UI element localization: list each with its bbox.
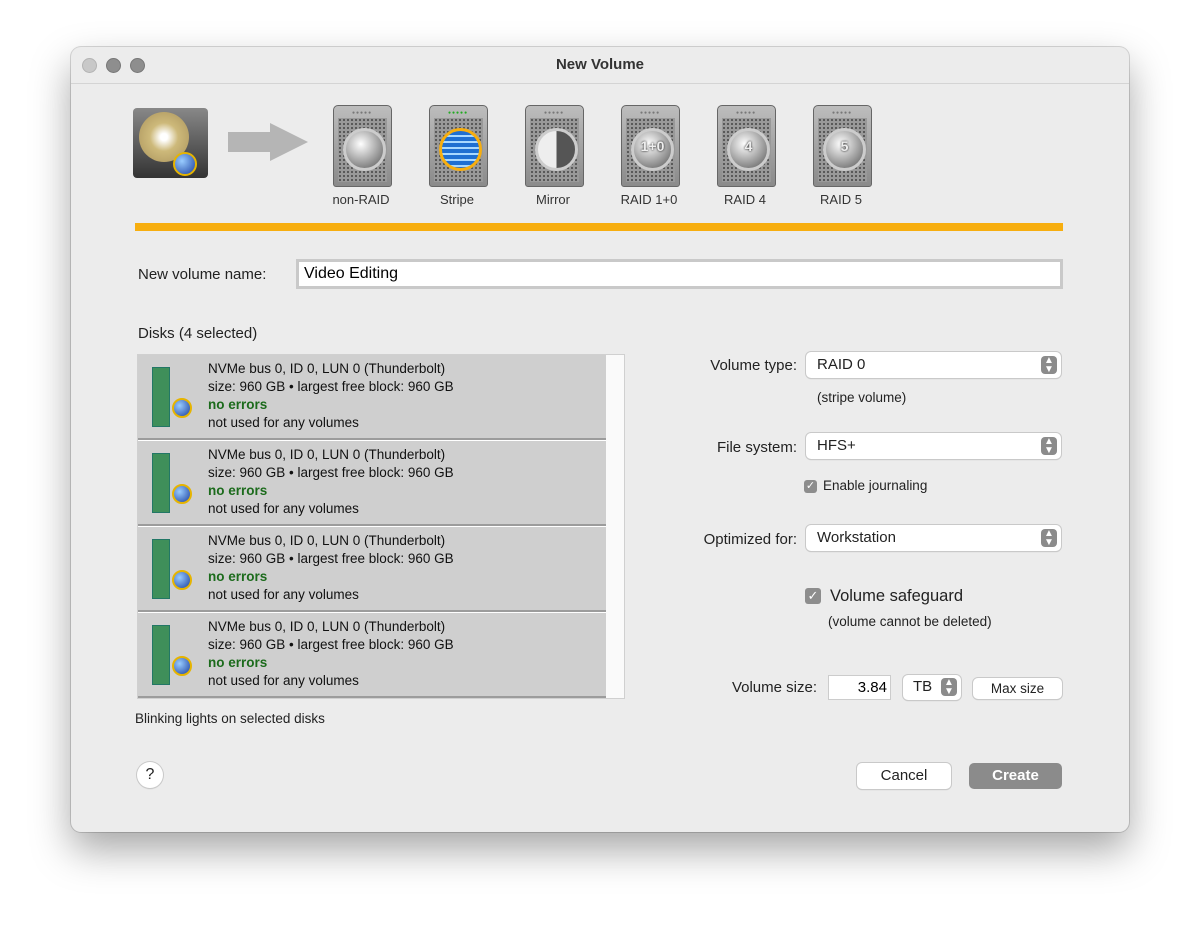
volume-name-label: New volume name: — [138, 266, 267, 283]
raid-type-label: RAID 5 — [820, 192, 862, 207]
cancel-button[interactable]: Cancel — [857, 763, 951, 789]
disk-usage: not used for any volumes — [208, 501, 359, 516]
arrow-head-icon — [270, 123, 308, 161]
scrollbar[interactable] — [606, 355, 624, 698]
raid-type-raid-4[interactable]: ●●●●● 4 — [717, 105, 776, 187]
disk-status: no errors — [208, 569, 268, 584]
disk-size: size: 960 GB • largest free block: 960 G… — [208, 551, 454, 566]
disk-list[interactable]: NVMe bus 0, ID 0, LUN 0 (Thunderbolt) siz… — [137, 354, 625, 699]
raid-type-label: Stripe — [440, 192, 474, 207]
arrow-icon — [228, 132, 270, 152]
max-size-button[interactable]: Max size — [973, 678, 1062, 699]
file-system-popup[interactable]: HFS+ ▲ ▼ — [806, 433, 1061, 459]
stepper-icon: ▲ ▼ — [1041, 437, 1057, 456]
volume-type-note: (stripe volume) — [817, 390, 907, 405]
disk-size: size: 960 GB • largest free block: 960 G… — [208, 379, 454, 394]
disk-usage: not used for any volumes — [208, 673, 359, 688]
raid-type-non-raid[interactable]: ●●●●● — [333, 105, 392, 187]
ssd-icon — [152, 453, 170, 513]
volume-size-input[interactable] — [828, 675, 891, 700]
help-button[interactable]: ? — [137, 762, 163, 788]
disk-usage: not used for any volumes — [208, 587, 359, 602]
size-unit-value: TB — [913, 678, 933, 695]
disk-name: NVMe bus 0, ID 0, LUN 0 (Thunderbolt) — [208, 361, 446, 376]
volume-safeguard-note: (volume cannot be deleted) — [828, 614, 992, 629]
hard-disk-icon — [133, 108, 208, 178]
raid-icon — [535, 128, 578, 171]
volume-type-label: Volume type: — [710, 357, 797, 374]
window-title: New Volume — [555, 56, 645, 73]
title-bar: New Volume — [71, 47, 1129, 83]
stepper-icon: ▲ ▼ — [1041, 529, 1057, 548]
enable-journaling-checkbox[interactable]: ✓ — [804, 480, 817, 493]
raid-type-label: RAID 4 — [724, 192, 766, 207]
disk-row[interactable]: NVMe bus 0, ID 0, LUN 0 (Thunderbolt) siz… — [138, 441, 607, 526]
raid-type-label: non-RAID — [332, 192, 390, 207]
size-unit-popup[interactable]: TB ▲ ▼ — [903, 675, 961, 700]
disks-label: Disks (4 selected) — [138, 325, 258, 342]
volume-safeguard-checkbox[interactable]: ✓ — [805, 588, 821, 604]
raid-type-mirror[interactable]: ●●●●● — [525, 105, 584, 187]
disk-name: NVMe bus 0, ID 0, LUN 0 (Thunderbolt) — [208, 619, 446, 634]
raid-icon — [343, 128, 386, 171]
raid-type-raid-1-0[interactable]: ●●●●● 1+0 — [621, 105, 680, 187]
volume-type-value: RAID 0 — [817, 356, 866, 373]
disk-row[interactable]: NVMe bus 0, ID 0, LUN 0 (Thunderbolt) siz… — [138, 355, 607, 440]
blink-note: Blinking lights on selected disks — [135, 711, 325, 726]
volume-safeguard-label: Volume safeguard — [830, 587, 964, 605]
stepper-icon: ▲ ▼ — [1041, 356, 1057, 375]
disk-size: size: 960 GB • largest free block: 960 G… — [208, 637, 454, 652]
volume-type-popup[interactable]: RAID 0 ▲ ▼ — [806, 352, 1061, 378]
optimized-for-value: Workstation — [817, 529, 896, 546]
stepper-icon: ▲ ▼ — [941, 678, 957, 697]
volume-name-input[interactable] — [296, 259, 1063, 289]
file-system-value: HFS+ — [817, 437, 856, 454]
disk-status: no errors — [208, 655, 268, 670]
ssd-icon — [152, 539, 170, 599]
disk-name: NVMe bus 0, ID 0, LUN 0 (Thunderbolt) — [208, 533, 446, 548]
raid-icon: 4 — [727, 128, 770, 171]
globe-icon — [172, 656, 192, 676]
disk-name: NVMe bus 0, ID 0, LUN 0 (Thunderbolt) — [208, 447, 446, 462]
ssd-icon — [152, 625, 170, 685]
disk-row[interactable]: NVMe bus 0, ID 0, LUN 0 (Thunderbolt) siz… — [138, 613, 607, 698]
disk-row[interactable]: NVMe bus 0, ID 0, LUN 0 (Thunderbolt) siz… — [138, 527, 607, 612]
raid-icon — [439, 128, 482, 171]
selection-bar — [135, 223, 1063, 231]
volume-size-label: Volume size: — [731, 679, 817, 696]
raid-icon: 5 — [823, 128, 866, 171]
globe-icon — [172, 484, 192, 504]
globe-icon — [172, 570, 192, 590]
disk-status: no errors — [208, 483, 268, 498]
disk-size: size: 960 GB • largest free block: 960 G… — [208, 465, 454, 480]
disk-status: no errors — [208, 397, 268, 412]
disk-usage: not used for any volumes — [208, 415, 359, 430]
optimized-for-popup[interactable]: Workstation ▲ ▼ — [806, 525, 1061, 551]
divider — [71, 83, 1129, 84]
file-system-label: File system: — [716, 439, 797, 456]
create-button[interactable]: Create — [969, 763, 1062, 789]
globe-icon — [172, 398, 192, 418]
raid-icon: 1+0 — [631, 128, 674, 171]
optimized-for-label: Optimized for: — [703, 531, 797, 548]
raid-type-stripe[interactable]: ●●●●● — [429, 105, 488, 187]
ssd-icon — [152, 367, 170, 427]
raid-type-raid-5[interactable]: ●●●●● 5 — [813, 105, 872, 187]
raid-type-label: RAID 1+0 — [620, 192, 678, 207]
raid-type-label: Mirror — [536, 192, 570, 207]
enable-journaling-label: Enable journaling — [823, 478, 928, 493]
